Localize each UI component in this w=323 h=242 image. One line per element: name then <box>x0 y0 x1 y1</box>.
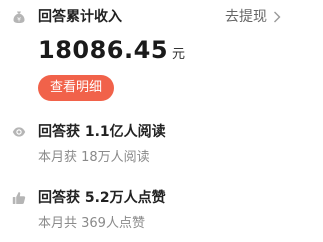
reads-title: 回答获 1.1亿人阅读 <box>38 124 166 140</box>
svg-text:¥: ¥ <box>17 16 21 23</box>
earnings-amount: 18086.45 <box>38 36 169 64</box>
thumbs-up-icon <box>12 191 26 205</box>
money-bag-icon: ¥ <box>12 10 26 24</box>
currency-unit: 元 <box>172 47 186 62</box>
earnings-title: 回答累计收入 <box>38 9 122 25</box>
likes-title: 回答获 5.2万人点赞 <box>38 190 166 206</box>
likes-subtitle: 本月共 369人点赞 <box>38 216 145 231</box>
chevron-right-icon[interactable] <box>271 9 283 25</box>
eye-icon <box>12 125 26 139</box>
earnings-amount-group: 18086.45 元 <box>38 36 185 64</box>
view-details-button[interactable]: 查看明细 <box>38 75 114 101</box>
reads-subtitle: 本月获 18万人阅读 <box>38 150 150 165</box>
withdraw-label: 去提现 <box>225 9 267 25</box>
